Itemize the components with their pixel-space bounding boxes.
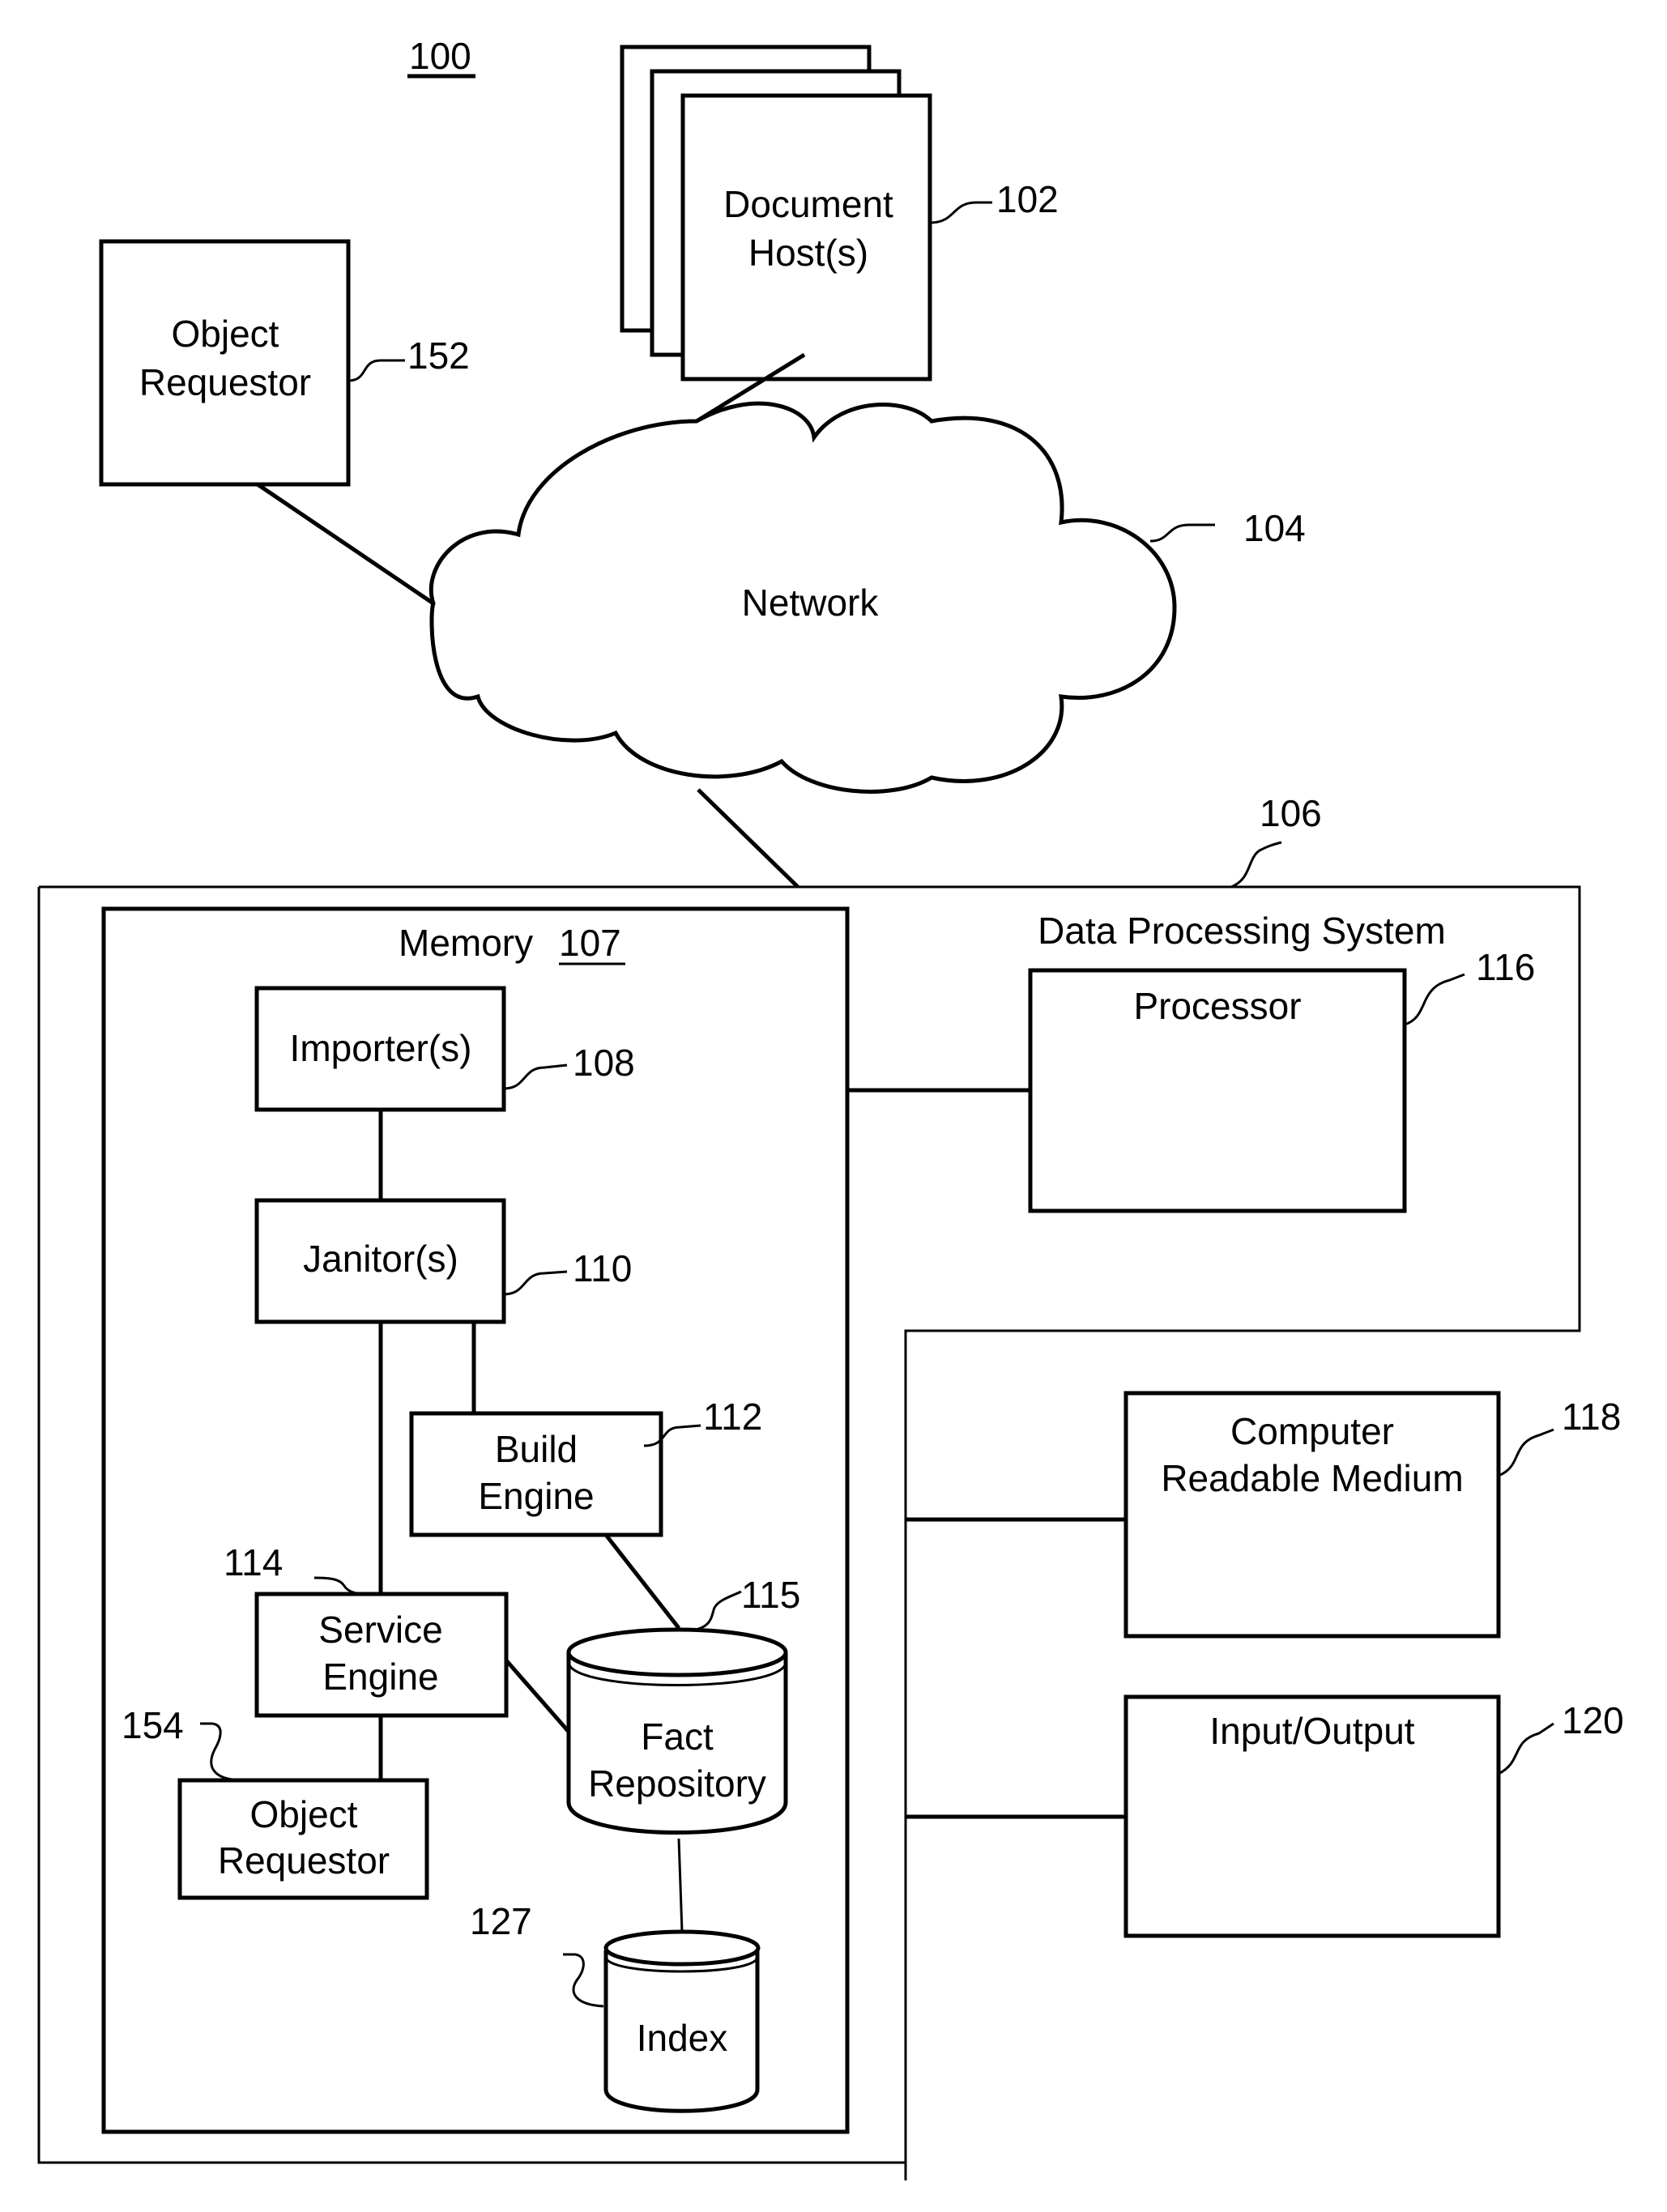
janitors-ref: 110 [573,1247,632,1289]
object-requestor-external: Object Requestor 152 [99,239,470,487]
build-engine-label-2: Engine [478,1475,594,1517]
document-hosts-label-1: Document [723,183,893,225]
document-hosts-label-2: Host(s) [748,232,868,274]
service-engine-leader [313,1576,369,1596]
build-engine: Build Engine 112 [409,1396,762,1537]
data-processing-system-label: Data Processing System [1038,910,1446,952]
processor-leader [1404,973,1465,1026]
service-repository-link [505,1659,570,1733]
network-label: Network [742,582,880,624]
build-engine-label-1: Build [495,1428,578,1470]
object-requestor-external-label-1: Object [172,313,279,355]
computer-readable-medium-label-2: Readable Medium [1161,1457,1463,1499]
requestor-network-link [256,482,435,606]
object-requestor-internal-label-2: Requestor [218,1839,390,1882]
fact-repository-label-1: Fact [641,1715,714,1758]
build-engine-ref: 112 [703,1396,762,1438]
object-requestor-internal-leader [200,1722,240,1782]
importers-ref: 108 [573,1042,635,1084]
index: Index 127 [470,1900,761,2113]
object-requestor-external-leader [347,359,405,382]
object-requestor-internal-label-1: Object [250,1793,358,1835]
network-dps-link [697,788,799,889]
network-ref: 104 [1243,507,1306,549]
figure-ref-label: 100 [409,35,471,77]
repository-index-link [677,1838,684,1933]
object-requestor-internal-ref: 154 [122,1704,184,1746]
network: Network 104 [428,401,1306,794]
data-processing-system-ref: 106 [1260,792,1322,834]
janitors: Janitor(s) 110 [254,1198,632,1324]
computer-readable-medium: Computer Readable Medium 118 [1123,1391,1621,1639]
processor: Processor 116 [1028,946,1535,1213]
input-output-ref: 120 [1562,1699,1624,1741]
importers-leader [503,1063,568,1090]
document-hosts-ref: 102 [996,178,1059,220]
fact-repository-label-2: Repository [588,1762,766,1805]
computer-readable-medium-ref: 118 [1562,1396,1621,1438]
system-diagram: 100 Document Host(s) 102 Object Requesto… [37,35,1624,2180]
computer-readable-medium-label-1: Computer [1230,1410,1394,1452]
document-hosts: Document Host(s) 102 [620,45,1059,381]
service-engine-ref: 114 [224,1541,283,1583]
object-requestor-external-ref: 152 [407,335,470,377]
importers: Importer(s) 108 [254,986,635,1112]
input-output-leader [1498,1722,1554,1775]
memory-ref: 107 [559,922,621,964]
processor-ref: 116 [1476,946,1535,988]
data-processing-system-leader [1230,841,1282,889]
index-ref: 127 [470,1900,532,1942]
index-top [603,1929,761,1967]
index-label: Index [637,2017,728,2059]
service-engine-label-2: Engine [322,1656,438,1698]
document-hosts-leader [929,201,992,224]
computer-readable-medium-leader [1498,1428,1554,1477]
fact-repository-leader [692,1590,742,1632]
importers-label: Importer(s) [290,1027,472,1069]
index-leader [563,1953,604,2008]
service-engine: Service Engine 114 [224,1541,509,1718]
input-output: Input/Output 120 [1123,1694,1624,1938]
network-leader [1149,523,1215,543]
fact-repository: Fact Repository 115 [566,1574,800,1835]
janitors-leader [503,1270,568,1296]
fact-repository-ref: 115 [741,1574,800,1616]
input-output-label: Input/Output [1209,1710,1414,1752]
memory-label: Memory [399,922,533,964]
service-engine-label-1: Service [318,1609,442,1651]
processor-label: Processor [1133,985,1301,1027]
build-repository-link [604,1533,680,1630]
figure-ref: 100 [407,35,475,79]
object-requestor-external-label-2: Requestor [139,361,311,403]
fact-repository-top [566,1627,788,1677]
janitors-label: Janitor(s) [303,1238,458,1280]
